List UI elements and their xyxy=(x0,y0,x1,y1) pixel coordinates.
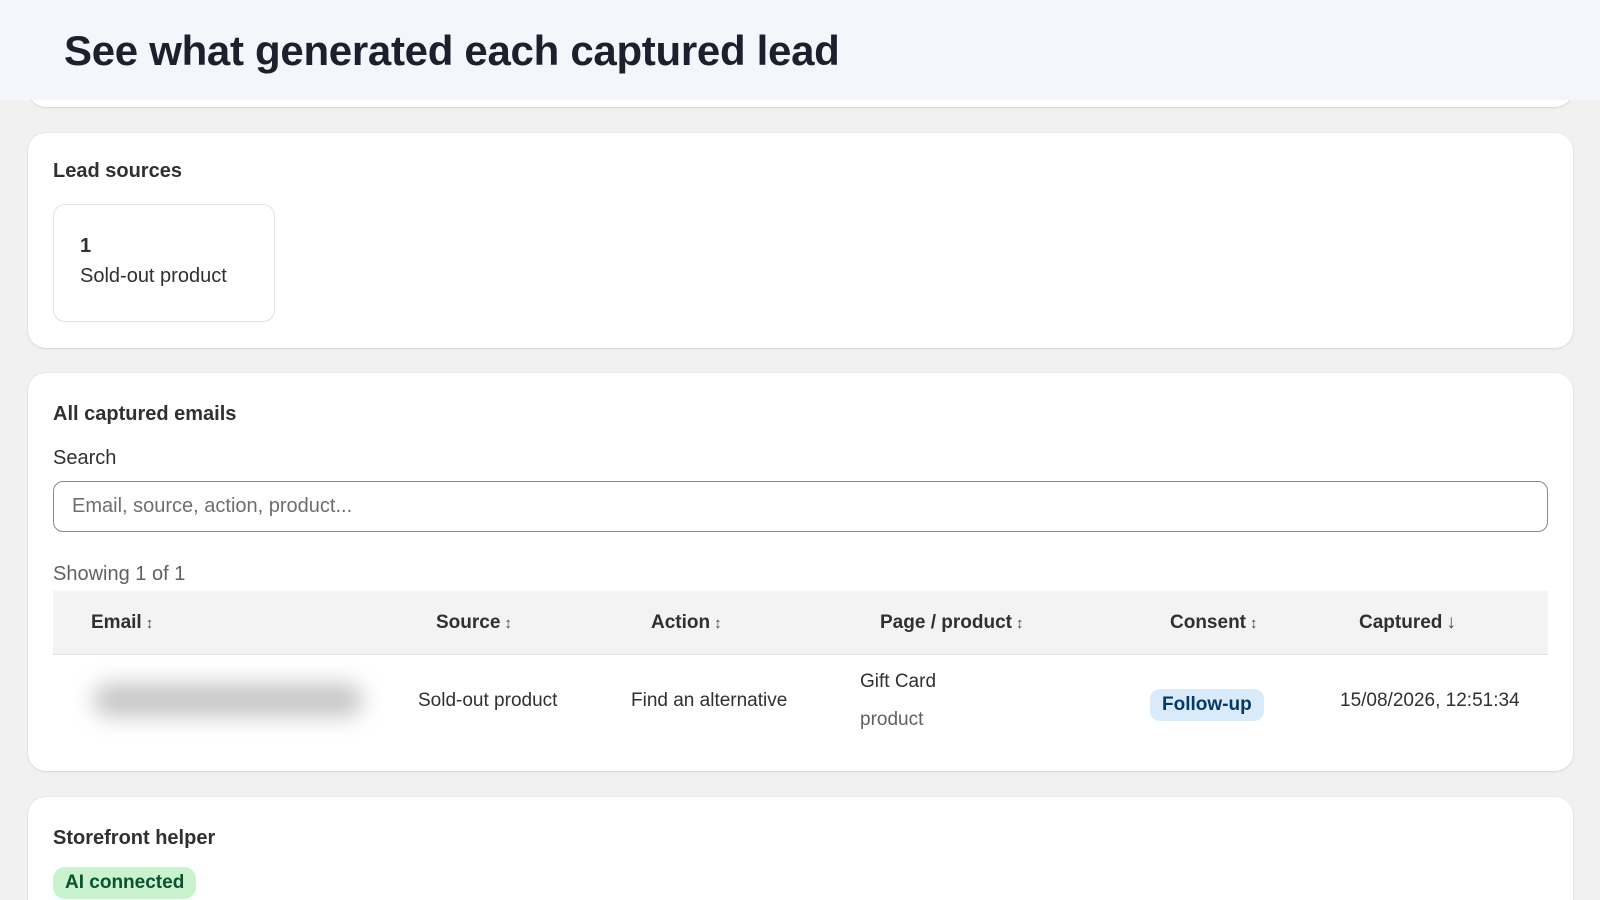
column-header-page-product[interactable]: Page / product ↕ xyxy=(880,612,1023,634)
search-label: Search xyxy=(53,447,117,469)
column-label: Consent xyxy=(1170,612,1246,633)
column-header-captured[interactable]: Captured ↓ xyxy=(1359,612,1456,634)
hero-banner: See what generated each captured lead xyxy=(0,0,1600,100)
page-cell: Gift Card xyxy=(860,671,937,692)
column-label: Captured xyxy=(1359,612,1443,633)
search-input[interactable] xyxy=(53,481,1548,532)
hero-title: See what generated each captured lead xyxy=(64,27,840,74)
sort-icon: ↕ xyxy=(714,615,722,632)
column-label: Source xyxy=(436,612,501,633)
consent-badge: Follow-up xyxy=(1150,689,1264,721)
lead-sources-card: Lead sources 1 Sold-out product xyxy=(28,133,1573,348)
ai-status-badge: AI connected xyxy=(53,867,197,899)
sort-icon: ↕ xyxy=(145,615,154,632)
redaction-blur xyxy=(93,683,363,717)
column-header-consent[interactable]: Consent ↕ xyxy=(1170,612,1258,634)
captured-emails-title: All captured emails xyxy=(53,403,237,425)
sort-descending-icon: ↓ xyxy=(1446,612,1456,633)
results-count: Showing 1 of 1 xyxy=(53,563,186,585)
source-cell: Sold-out product xyxy=(418,690,558,711)
sort-icon: ↕ xyxy=(504,615,512,632)
storefront-helper-card: Storefront helper AI connected xyxy=(28,797,1573,900)
column-label: Page / product xyxy=(880,612,1012,633)
captured-cell: 15/08/2026, 12:51:34 xyxy=(1340,690,1520,711)
column-label: Action xyxy=(651,612,711,633)
storefront-helper-title: Storefront helper xyxy=(53,827,216,849)
action-cell: Find an alternative xyxy=(631,690,788,711)
email-cell-redacted xyxy=(63,655,418,747)
column-header-action[interactable]: Action ↕ xyxy=(651,612,722,634)
column-header-email[interactable]: Email ↕ xyxy=(91,612,153,634)
lead-sources-title: Lead sources xyxy=(53,160,182,182)
source-label: Sold-out product xyxy=(80,265,227,287)
sort-icon: ↕ xyxy=(1015,615,1024,632)
captured-emails-card: All captured emails Search Showing 1 of … xyxy=(28,373,1573,771)
column-label: Email xyxy=(91,612,142,633)
table-row[interactable]: Sold-out product Find an alternative Gif… xyxy=(53,655,1548,747)
source-tile[interactable]: 1 Sold-out product xyxy=(53,204,275,322)
source-count: 1 xyxy=(80,235,92,257)
page-type-cell: product xyxy=(860,709,924,730)
table-header: Email ↕ Source ↕ Action ↕ Page / product ↕ C… xyxy=(53,591,1548,655)
column-header-source[interactable]: Source ↕ xyxy=(436,612,512,634)
sort-icon: ↕ xyxy=(1250,615,1258,632)
